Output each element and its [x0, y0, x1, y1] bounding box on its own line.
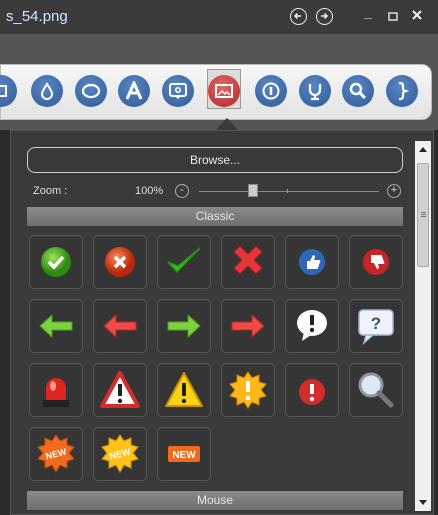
arrow-left-icon	[293, 12, 301, 20]
icon-cell[interactable]	[221, 235, 275, 289]
callout-icon	[169, 83, 187, 99]
question-bubble-icon: ?	[358, 309, 394, 346]
icon-cell[interactable]	[157, 235, 211, 289]
stamp-icon	[308, 84, 322, 101]
icon-cell[interactable]	[29, 235, 83, 289]
zoom-value: 100%	[135, 185, 164, 197]
icon-cell[interactable]	[93, 235, 147, 289]
image-icon	[215, 84, 233, 98]
yellow-exclamation-burst-icon	[229, 371, 267, 409]
red-x-mark-icon	[233, 245, 263, 275]
icon-cell[interactable]	[157, 299, 211, 353]
toolbar-area	[0, 34, 438, 130]
tool-button-info[interactable]	[255, 75, 287, 107]
slider-tick	[287, 189, 288, 193]
window-title: s_54.png	[6, 8, 68, 25]
zoom-slider-track[interactable]	[199, 191, 379, 192]
icon-cell[interactable]	[285, 299, 339, 353]
icon-cell[interactable]	[93, 299, 147, 353]
icon-cell[interactable]	[29, 363, 83, 417]
tool-button-callout[interactable]	[162, 75, 194, 107]
ellipse-icon	[81, 83, 101, 99]
search-icon	[349, 82, 367, 100]
back-button[interactable]	[290, 8, 307, 25]
zoom-in-button[interactable]: +	[387, 184, 401, 198]
scroll-thumb[interactable]	[417, 163, 429, 267]
red-x-circle-icon	[105, 247, 135, 277]
maximize-icon	[388, 12, 398, 21]
scroll-up-icon[interactable]	[419, 147, 427, 152]
image-picker-panel: Browse... Zoom : 100% - + Classic ? NEW …	[10, 130, 434, 515]
tool-button-text[interactable]	[118, 75, 150, 107]
green-right-arrow-icon	[167, 313, 201, 339]
brace-icon	[398, 81, 409, 101]
minimize-button[interactable]: _	[364, 4, 372, 20]
zoom-slider-thumb[interactable]	[248, 184, 258, 197]
scrollbar[interactable]	[415, 141, 431, 511]
tool-button-zoom[interactable]	[342, 75, 374, 107]
circle-info-icon	[262, 82, 280, 100]
tool-bar	[0, 64, 432, 120]
magnifier-icon	[358, 372, 394, 408]
scroll-down-icon[interactable]	[419, 500, 427, 505]
red-warning-triangle-icon	[100, 371, 140, 408]
orange-new-badge-icon: NEW	[37, 434, 75, 474]
green-checkmark-icon	[167, 247, 201, 274]
red-left-arrow-icon	[103, 313, 137, 339]
text-a-icon	[125, 81, 143, 100]
new-label-text: NEW	[172, 450, 196, 461]
red-exclamation-circle-icon	[299, 379, 325, 405]
arrow-right-icon	[321, 12, 329, 20]
forward-button[interactable]	[316, 8, 333, 25]
section-header-classic[interactable]: Classic	[27, 207, 403, 226]
tool-button-drop[interactable]	[31, 75, 63, 107]
zoom-out-button[interactable]: -	[175, 184, 189, 198]
yellow-new-badge-icon: NEW	[101, 434, 139, 474]
icon-cell[interactable]: NEW	[157, 427, 211, 481]
green-left-arrow-icon	[39, 313, 73, 339]
red-siren-icon	[43, 378, 69, 407]
frame-icon	[0, 85, 7, 97]
tool-button-stamp[interactable]	[299, 75, 331, 107]
close-button[interactable]	[412, 7, 422, 23]
tool-button-ellipse[interactable]	[75, 75, 107, 107]
icon-cell[interactable]	[221, 299, 275, 353]
tool-button-image[interactable]	[208, 75, 240, 107]
grip-icon	[421, 212, 426, 213]
thumbs-up-icon	[299, 249, 325, 275]
tool-button-brace[interactable]	[386, 75, 418, 107]
icon-cell[interactable]: ?	[349, 299, 403, 353]
browse-button[interactable]: Browse...	[27, 147, 403, 173]
tool-button-partial[interactable]	[0, 75, 17, 107]
icon-cell[interactable]	[349, 363, 403, 417]
icon-cell[interactable]	[285, 235, 339, 289]
drop-icon	[40, 82, 54, 100]
icon-cell[interactable]	[221, 363, 275, 417]
section-header-mouse[interactable]: Mouse	[27, 491, 403, 510]
icon-cell[interactable]	[285, 363, 339, 417]
zoom-label: Zoom :	[33, 185, 68, 197]
close-icon	[412, 10, 422, 20]
new-label-icon: NEW	[168, 446, 200, 462]
icon-cell[interactable]	[157, 363, 211, 417]
svg-text:?: ?	[371, 314, 381, 333]
icon-cell[interactable]	[29, 299, 83, 353]
icon-cell[interactable]	[93, 363, 147, 417]
red-right-arrow-icon	[231, 313, 265, 339]
icon-cell[interactable]	[349, 235, 403, 289]
maximize-button[interactable]	[388, 8, 398, 24]
title-bar: s_54.png _	[0, 0, 438, 34]
thumbs-down-icon	[363, 249, 389, 275]
icon-cell[interactable]: NEW	[93, 427, 147, 481]
exclamation-bubble-icon	[297, 310, 327, 341]
yellow-warning-triangle-icon	[165, 372, 203, 407]
green-check-circle-icon	[41, 247, 71, 277]
icon-cell[interactable]: NEW	[29, 427, 83, 481]
